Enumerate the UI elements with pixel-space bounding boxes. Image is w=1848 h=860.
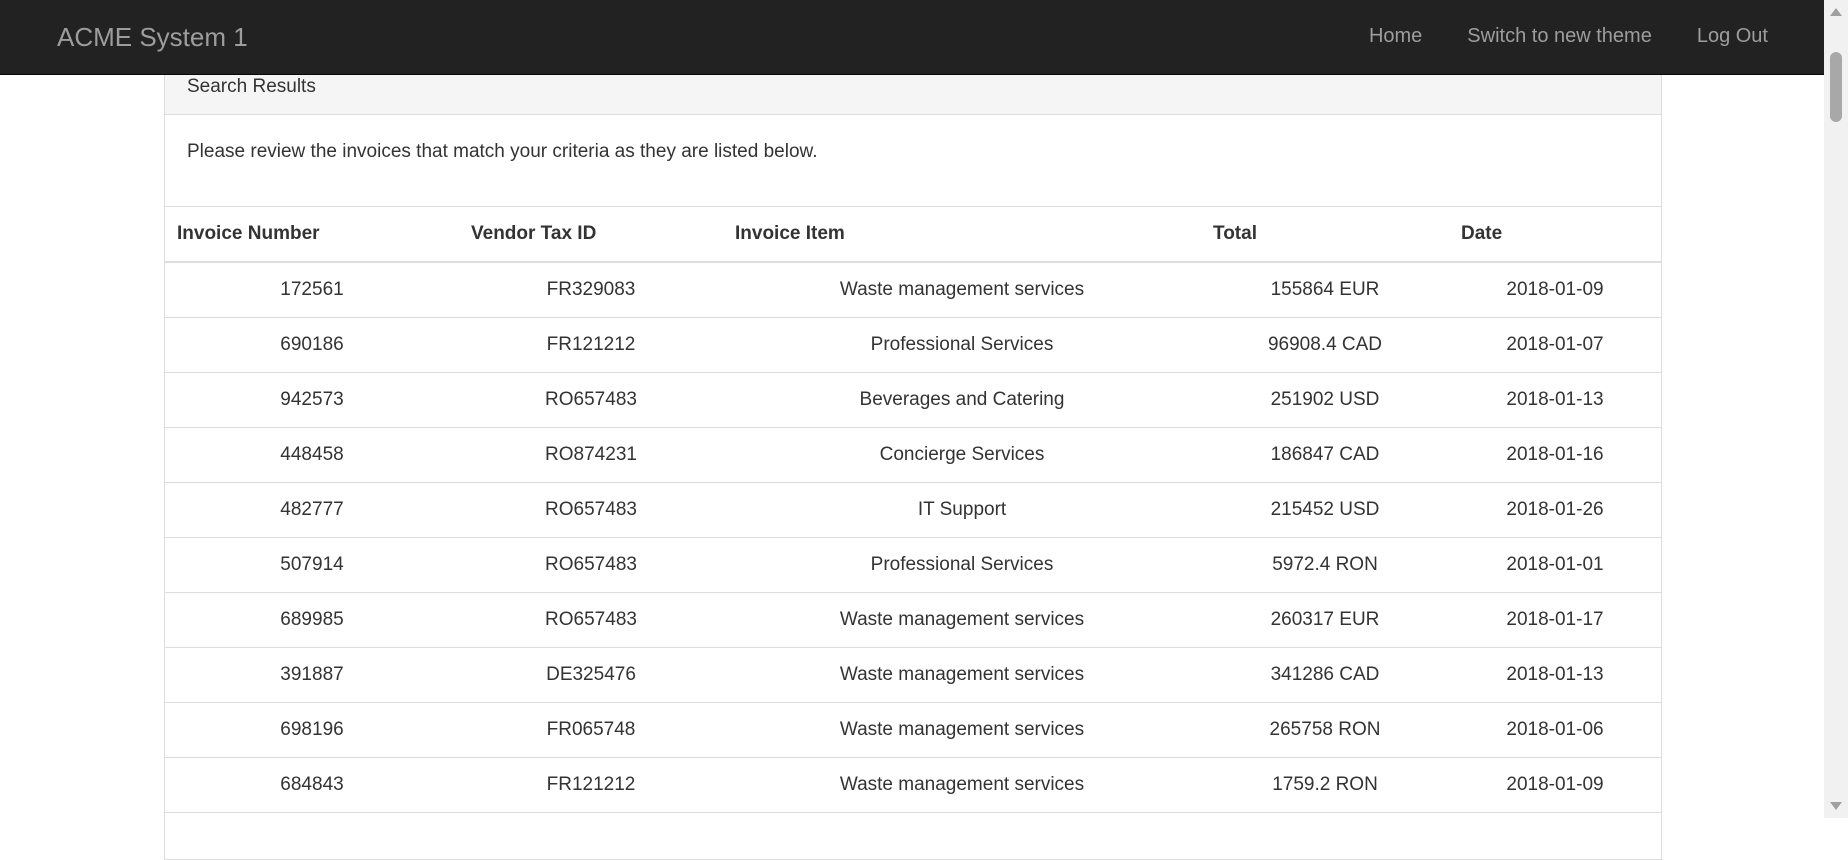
column-header-total: Total <box>1201 207 1449 263</box>
column-header-invoice-item: Invoice Item <box>723 207 1201 263</box>
cell-total: 265758 RON <box>1201 702 1449 758</box>
scroll-down-arrow-icon[interactable] <box>1830 802 1842 810</box>
table-row[interactable]: 690186 FR121212 Professional Services 96908… <box>165 317 1661 373</box>
table-row[interactable]: 689985 RO657483 Waste management services 2… <box>165 592 1661 648</box>
cell-vendor-tax-id: RO657483 <box>459 482 723 538</box>
cell-invoice-item: Waste management services <box>723 592 1201 648</box>
table-row[interactable]: 698196 FR065748 Waste management services 2… <box>165 702 1661 758</box>
cell-invoice-number: 942573 <box>165 372 459 428</box>
panel-title: Search Results <box>187 76 316 97</box>
cell-vendor-tax-id: RO657483 <box>459 592 723 648</box>
cell-invoice-item: Waste management services <box>723 702 1201 758</box>
brand-title[interactable]: ACME System 1 <box>57 22 248 53</box>
scrollbar-thumb[interactable] <box>1830 52 1842 122</box>
cell-date: 2018-01-17 <box>1449 592 1661 648</box>
navbar: ACME System 1 Home Switch to new theme L… <box>0 0 1824 75</box>
cell-vendor-tax-id: RO657483 <box>459 372 723 428</box>
table-row[interactable]: 391887 DE325476 Waste management services 3… <box>165 647 1661 703</box>
cell-invoice-number: 172561 <box>165 262 459 318</box>
cell-invoice-item: Waste management services <box>723 262 1201 318</box>
cell-invoice-number: 391887 <box>165 647 459 703</box>
cell-invoice-item: Professional Services <box>723 537 1201 593</box>
cell-invoice-number: 448458 <box>165 427 459 483</box>
table-row[interactable]: 482777 RO657483 IT Support 215452 USD 2018-0… <box>165 482 1661 538</box>
nav-links: Home Switch to new theme Log Out <box>1369 25 1768 48</box>
cell-total: 251902 USD <box>1201 372 1449 428</box>
cell-total: 96908.4 CAD <box>1201 317 1449 373</box>
cell-invoice-item: Concierge Services <box>723 427 1201 483</box>
table-row[interactable]: 448458 RO874231 Concierge Services 186847 C… <box>165 427 1661 483</box>
cell-vendor-tax-id: RO657483 <box>459 537 723 593</box>
invoice-table: Invoice Number Vendor Tax ID Invoice Item T… <box>165 207 1661 813</box>
cell-total: 5972.4 RON <box>1201 537 1449 593</box>
cell-total: 1759.2 RON <box>1201 757 1449 813</box>
cell-total: 260317 EUR <box>1201 592 1449 648</box>
cell-date: 2018-01-26 <box>1449 482 1661 538</box>
cell-invoice-number: 482777 <box>165 482 459 538</box>
table-header-row: Invoice Number Vendor Tax ID Invoice Item T… <box>165 207 1661 263</box>
cell-date: 2018-01-09 <box>1449 262 1661 318</box>
cell-invoice-item: Waste management services <box>723 757 1201 813</box>
cell-invoice-item: IT Support <box>723 482 1201 538</box>
cell-total: 215452 USD <box>1201 482 1449 538</box>
nav-home-link[interactable]: Home <box>1369 25 1422 48</box>
cell-invoice-number: 507914 <box>165 537 459 593</box>
table-row[interactable]: 684843 FR121212 Waste management services 1… <box>165 757 1661 813</box>
table-row[interactable]: 942573 RO657483 Beverages and Catering 2519… <box>165 372 1661 428</box>
cell-date: 2018-01-13 <box>1449 647 1661 703</box>
cell-invoice-number: 684843 <box>165 757 459 813</box>
cell-date: 2018-01-06 <box>1449 702 1661 758</box>
cell-date: 2018-01-01 <box>1449 537 1661 593</box>
table-row[interactable]: 172561 FR329083 Waste management services 1… <box>165 262 1661 318</box>
cell-vendor-tax-id: FR329083 <box>459 262 723 318</box>
cell-invoice-number: 698196 <box>165 702 459 758</box>
cell-total: 155864 EUR <box>1201 262 1449 318</box>
search-results-panel: Search Results Please review the invoice… <box>164 60 1662 860</box>
cell-total: 186847 CAD <box>1201 427 1449 483</box>
table-row[interactable]: 507914 RO657483 Professional Services 5972.… <box>165 537 1661 593</box>
cell-date: 2018-01-13 <box>1449 372 1661 428</box>
cell-total: 341286 CAD <box>1201 647 1449 703</box>
cell-date: 2018-01-16 <box>1449 427 1661 483</box>
column-header-invoice-number: Invoice Number <box>165 207 459 263</box>
column-header-vendor-tax-id: Vendor Tax ID <box>459 207 723 263</box>
vertical-scrollbar[interactable] <box>1824 0 1848 818</box>
cell-vendor-tax-id: RO874231 <box>459 427 723 483</box>
cell-vendor-tax-id: DE325476 <box>459 647 723 703</box>
nav-logout-link[interactable]: Log Out <box>1697 25 1768 48</box>
cell-invoice-item: Waste management services <box>723 647 1201 703</box>
cell-vendor-tax-id: FR121212 <box>459 757 723 813</box>
cell-date: 2018-01-07 <box>1449 317 1661 373</box>
nav-switch-theme-link[interactable]: Switch to new theme <box>1467 25 1652 48</box>
cell-invoice-item: Beverages and Catering <box>723 372 1201 428</box>
intro-text: Please review the invoices that match yo… <box>165 115 1661 207</box>
column-header-date: Date <box>1449 207 1661 263</box>
cell-vendor-tax-id: FR065748 <box>459 702 723 758</box>
cell-date: 2018-01-09 <box>1449 757 1661 813</box>
scroll-up-arrow-icon[interactable] <box>1830 8 1842 16</box>
cell-invoice-number: 690186 <box>165 317 459 373</box>
cell-vendor-tax-id: FR121212 <box>459 317 723 373</box>
cell-invoice-item: Professional Services <box>723 317 1201 373</box>
cell-invoice-number: 689985 <box>165 592 459 648</box>
